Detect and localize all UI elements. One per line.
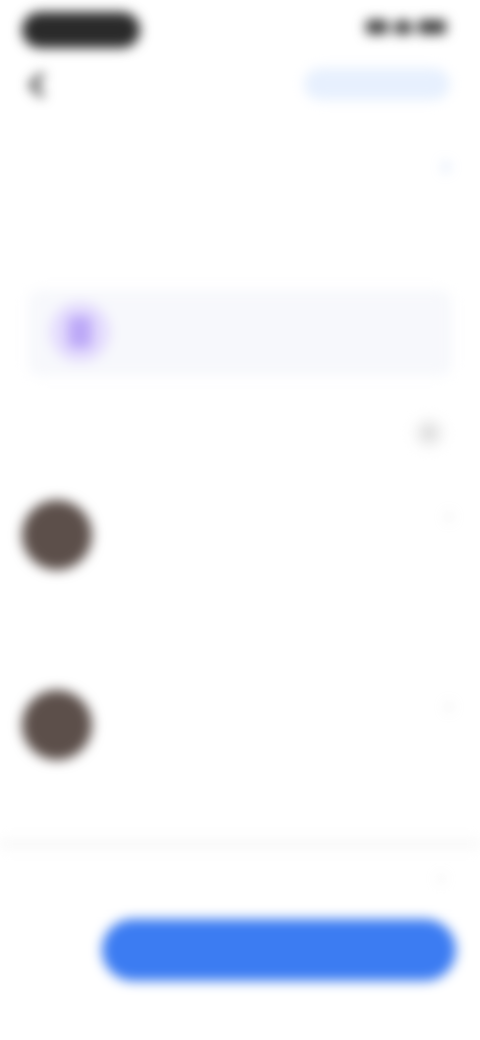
stat-item[interactable] bbox=[140, 200, 220, 260]
status-icons bbox=[366, 20, 446, 34]
top-action-button[interactable] bbox=[304, 68, 450, 100]
chevron-right-icon[interactable]: › bbox=[446, 696, 452, 717]
stats-row bbox=[140, 200, 340, 260]
avatar bbox=[22, 500, 92, 570]
stat-item[interactable] bbox=[260, 200, 340, 260]
chevron-right-icon[interactable]: › bbox=[446, 506, 452, 527]
more-icon[interactable]: • bbox=[414, 418, 444, 448]
status-bar bbox=[0, 0, 480, 60]
list-item[interactable]: › bbox=[22, 690, 458, 840]
status-time bbox=[22, 12, 140, 48]
signal-icon bbox=[366, 20, 388, 34]
list-item[interactable]: › bbox=[22, 500, 458, 650]
wifi-icon bbox=[394, 20, 412, 34]
battery-icon bbox=[418, 20, 446, 34]
back-arrow-icon[interactable] bbox=[26, 70, 66, 102]
primary-button[interactable] bbox=[102, 919, 456, 981]
avatar bbox=[22, 690, 92, 760]
document-icon bbox=[50, 302, 110, 362]
chevron-right-icon[interactable]: › bbox=[438, 868, 444, 889]
section-divider bbox=[0, 840, 480, 848]
chevron-right-icon[interactable]: › bbox=[442, 152, 450, 180]
bottom-action-bar bbox=[0, 905, 480, 1040]
app-screen: › • › › › bbox=[0, 0, 480, 1040]
info-banner[interactable] bbox=[28, 290, 452, 376]
